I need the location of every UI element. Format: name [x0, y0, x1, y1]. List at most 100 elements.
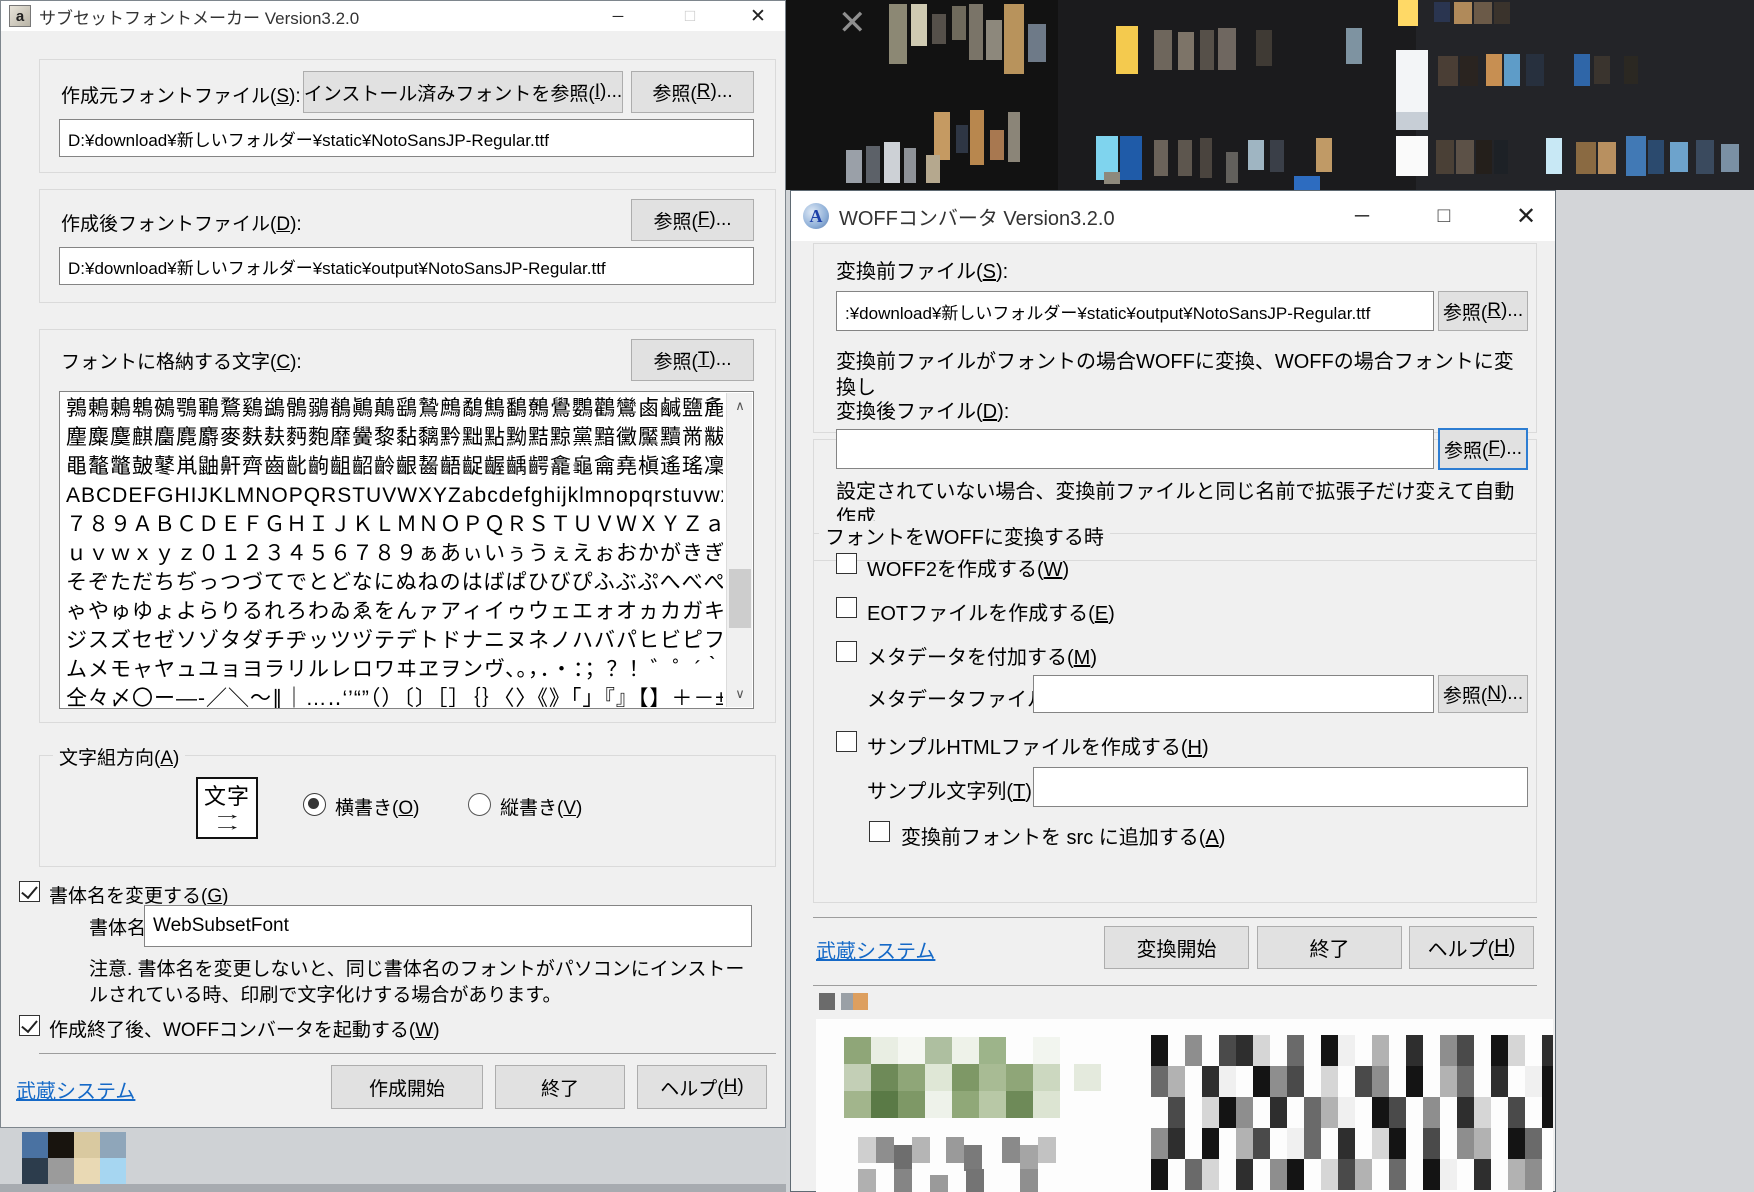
after-file-label: 変換後ファイル(D): — [836, 395, 1009, 424]
chars-scrollbar[interactable]: ∧ ∨ — [726, 393, 752, 707]
minimize-button[interactable]: ─ — [595, 1, 641, 31]
mosaic-cell — [1151, 1066, 1168, 1097]
mosaic-cell — [986, 20, 1002, 60]
mosaic-cell — [1253, 1035, 1270, 1066]
titlebar[interactable]: a サブセットフォントメーカー Version3.2.0 ─ □ ✕ — [1, 1, 785, 31]
mosaic-cell — [1372, 1066, 1389, 1097]
sample-text-input[interactable] — [1033, 767, 1528, 807]
rename-font-checkbox[interactable] — [19, 881, 40, 902]
sample-html-checkbox[interactable] — [836, 731, 857, 752]
chars-textarea[interactable]: 鶉鶇鶫鵯鵺鶚鶤鶩鷄鷁鶻鶸鶺鷆鷏鷂鷙鷓鷸鷦鷭鷯鷽鸚鸛鸞鹵鹹鹽麁 麈麋麌麒麕麑麝麥麩… — [59, 391, 754, 709]
start-creation-button[interactable]: 作成開始 — [331, 1065, 483, 1109]
rename-font-label: 書体名を変更する(G) — [49, 881, 228, 908]
mosaic-cell — [1338, 1128, 1355, 1159]
mosaic-cell — [1236, 1128, 1253, 1159]
output-path-input[interactable] — [59, 247, 754, 285]
source-path-input[interactable] — [59, 119, 754, 157]
convert-start-button[interactable]: 変換開始 — [1104, 926, 1249, 969]
mosaic-cell — [952, 1037, 979, 1064]
mosaic-cell — [74, 1158, 100, 1184]
chars-browse-button[interactable]: 参照(T)... — [631, 339, 754, 381]
mosaic-cell — [956, 125, 968, 153]
mosaic-cell — [1576, 142, 1596, 174]
font-name-input[interactable] — [144, 905, 752, 947]
source-font-label: 作成元フォントファイル(S): — [61, 81, 301, 108]
woff2-checkbox[interactable] — [836, 553, 857, 574]
mosaic-cell — [1436, 140, 1454, 174]
eot-checkbox[interactable] — [836, 597, 857, 618]
mosaic-cell — [1594, 56, 1610, 84]
mosaic-cell — [866, 146, 880, 183]
vertical-radio[interactable] — [468, 793, 491, 816]
mosaic-cell — [1020, 1145, 1038, 1171]
mosaic-cell — [979, 1037, 1006, 1064]
mosaic-cell — [969, 4, 983, 60]
mosaic-cell — [979, 1064, 1006, 1091]
mosaic-cell — [1486, 54, 1502, 86]
close-button[interactable]: ✕ — [1503, 191, 1549, 241]
metadata-checkbox[interactable] — [836, 641, 857, 662]
before-file-input[interactable] — [836, 291, 1434, 331]
launch-woff-checkbox[interactable] — [19, 1015, 40, 1036]
source-browse-button[interactable]: 参照(R)... — [631, 71, 754, 113]
before-file-note: 変換前ファイルがフォントの場合WOFFに変換、WOFFの場合フォントに変換し — [836, 349, 1526, 401]
before-browse-button[interactable]: 参照(R)... — [1438, 291, 1528, 331]
mosaic-cell — [100, 1158, 126, 1184]
output-browse-button[interactable]: 参照(F)... — [631, 199, 754, 241]
mosaic-cell — [1168, 1097, 1185, 1128]
mosaic-cell — [1474, 1097, 1491, 1128]
add-src-checkbox[interactable] — [869, 821, 890, 842]
minimize-button[interactable]: ─ — [1339, 191, 1385, 241]
mosaic-cell — [1168, 1066, 1185, 1097]
mosaic-cell — [1304, 1128, 1321, 1159]
mosaic-cell — [1406, 1035, 1423, 1066]
mosaic-cell — [1456, 140, 1474, 174]
metadata-file-input[interactable] — [1033, 675, 1434, 713]
mosaic-cell — [1542, 1035, 1553, 1066]
vendor-link[interactable]: 武蔵システム — [16, 1075, 135, 1104]
mosaic-cell — [1696, 140, 1714, 174]
help-button[interactable]: ヘルプ(H) — [637, 1065, 767, 1109]
mosaic-cell — [1542, 1066, 1553, 1097]
browse-installed-fonts-button[interactable]: インストール済みフォントを参照(I)... — [303, 71, 623, 113]
mosaic-cell — [74, 1132, 100, 1158]
mosaic-cell — [1338, 1097, 1355, 1128]
mosaic-cell — [100, 1132, 126, 1158]
exit-button[interactable]: 終了 — [495, 1065, 625, 1109]
censored-mini-squares — [819, 993, 879, 1011]
mosaic-cell — [1287, 1066, 1304, 1097]
close-button[interactable]: ✕ — [735, 1, 781, 31]
scroll-down-icon[interactable]: ∨ — [727, 681, 753, 707]
mosaic-cell — [1270, 1066, 1287, 1097]
mosaic-cell — [1219, 1066, 1236, 1097]
mosaic-cell — [1457, 1066, 1474, 1097]
mosaic-cell — [1236, 1097, 1253, 1128]
vendor-link[interactable]: 武蔵システム — [816, 935, 935, 964]
titlebar[interactable]: A WOFFコンバータ Version3.2.0 ─ □ ✕ — [791, 191, 1555, 241]
mosaic-cell — [1474, 1159, 1491, 1190]
divider — [813, 985, 1537, 986]
chars-line: ムメモャヤュユョヨラリルレロワヰヱヲンヴ、。，．・：；？！゛゜´｀¨＾￣＿ヽヾゝ… — [66, 655, 723, 684]
mosaic-cell — [1200, 30, 1214, 70]
mosaic-cell — [889, 4, 907, 64]
mosaic-cell — [841, 993, 853, 1010]
horizontal-radio[interactable] — [303, 793, 326, 816]
maximize-button[interactable]: □ — [667, 1, 713, 31]
after-file-input[interactable] — [836, 429, 1434, 469]
help-button[interactable]: ヘルプ(H) — [1409, 926, 1534, 969]
mosaic-cell — [1321, 1097, 1338, 1128]
chars-line: 鶉鶇鶫鵯鵺鶚鶤鶩鷄鷁鶻鶸鶺鷆鷏鷂鷙鷓鷸鷦鷭鷯鷽鸚鸛鸞鹵鹹鹽麁 — [66, 394, 723, 423]
mosaic-cell — [1648, 140, 1664, 174]
mosaic-cell — [1389, 1128, 1406, 1159]
mosaic-cell — [858, 1169, 876, 1192]
writing-direction-icon: 文字 → → — [196, 777, 258, 839]
maximize-button[interactable]: □ — [1421, 191, 1467, 241]
mosaic-cell — [925, 1064, 952, 1091]
scrollbar-thumb[interactable] — [729, 569, 751, 629]
mosaic-cell — [1338, 1159, 1355, 1190]
metadata-browse-button[interactable]: 参照(N)... — [1438, 675, 1528, 713]
exit-button[interactable]: 終了 — [1257, 926, 1402, 969]
after-browse-button[interactable]: 参照(F)... — [1438, 428, 1528, 470]
mosaic-cell — [1202, 1066, 1219, 1097]
scroll-up-icon[interactable]: ∧ — [727, 393, 753, 419]
